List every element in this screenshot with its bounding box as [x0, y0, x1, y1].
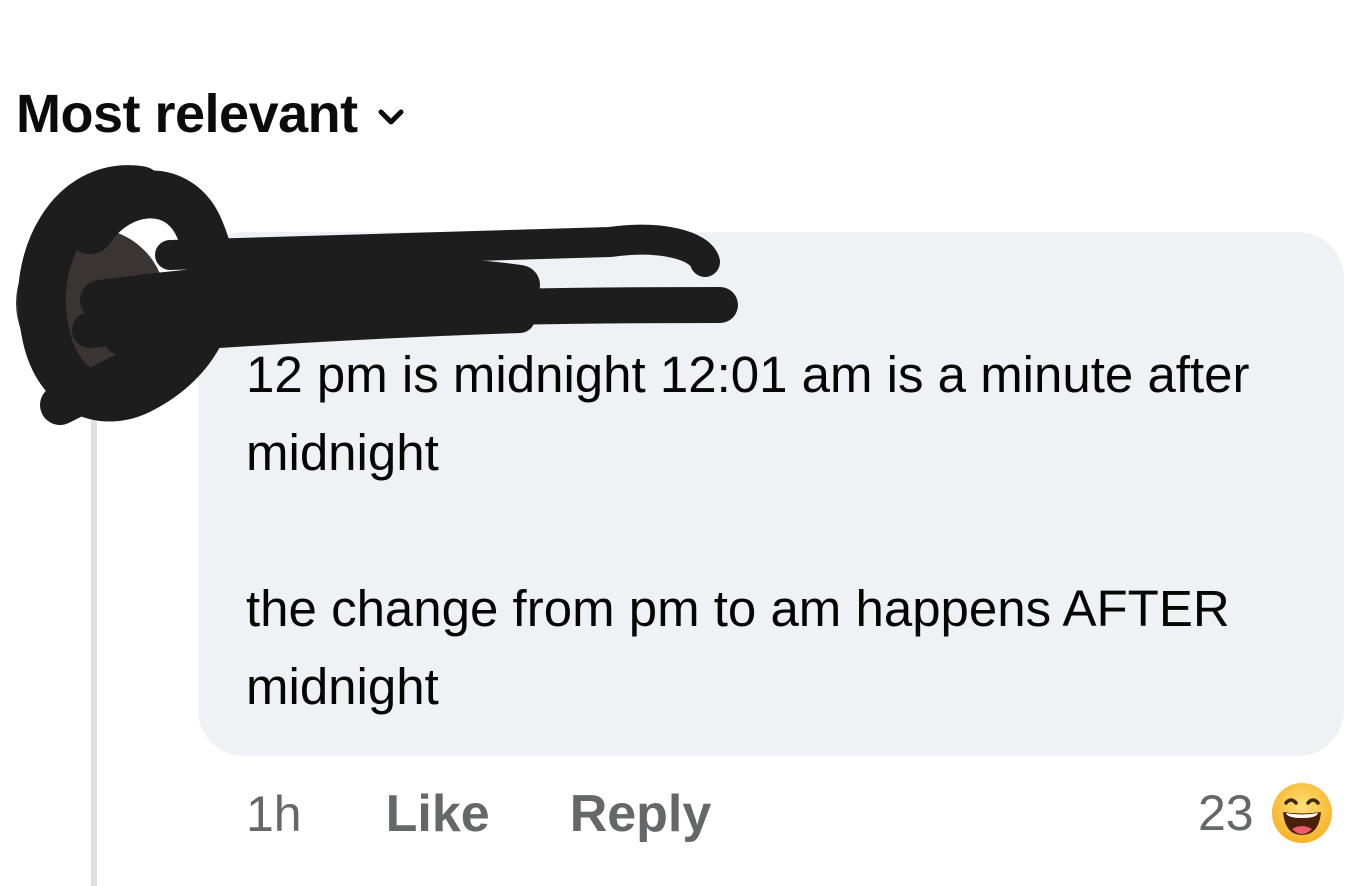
haha-emoji-icon [1271, 783, 1332, 843]
comment-paragraph: the change from pm to am happens AFTER m… [246, 580, 1230, 715]
comment-paragraph: 12 pm is midnight 12:01 am is a minute a… [246, 346, 1250, 481]
reply-button[interactable]: Reply [570, 784, 712, 844]
chevron-down-icon [378, 109, 404, 125]
comment-timestamp[interactable]: 1h [246, 785, 302, 843]
comment-actions: 1h Like Reply [246, 782, 711, 846]
like-button[interactable]: Like [386, 784, 490, 844]
reaction-count: 23 [1198, 785, 1254, 841]
sort-dropdown[interactable]: Most relevant [16, 82, 404, 146]
avatar[interactable] [16, 228, 166, 378]
comment-section: Most relevant 12 pm is midnight 12:01 am… [0, 0, 1362, 886]
reaction-summary[interactable]: 23 [1198, 778, 1334, 848]
comment-text: 12 pm is midnight 12:01 am is a minute a… [246, 336, 1306, 726]
sort-label: Most relevant [16, 84, 358, 144]
comment-bubble: 12 pm is midnight 12:01 am is a minute a… [198, 232, 1344, 756]
thread-line [91, 420, 97, 886]
